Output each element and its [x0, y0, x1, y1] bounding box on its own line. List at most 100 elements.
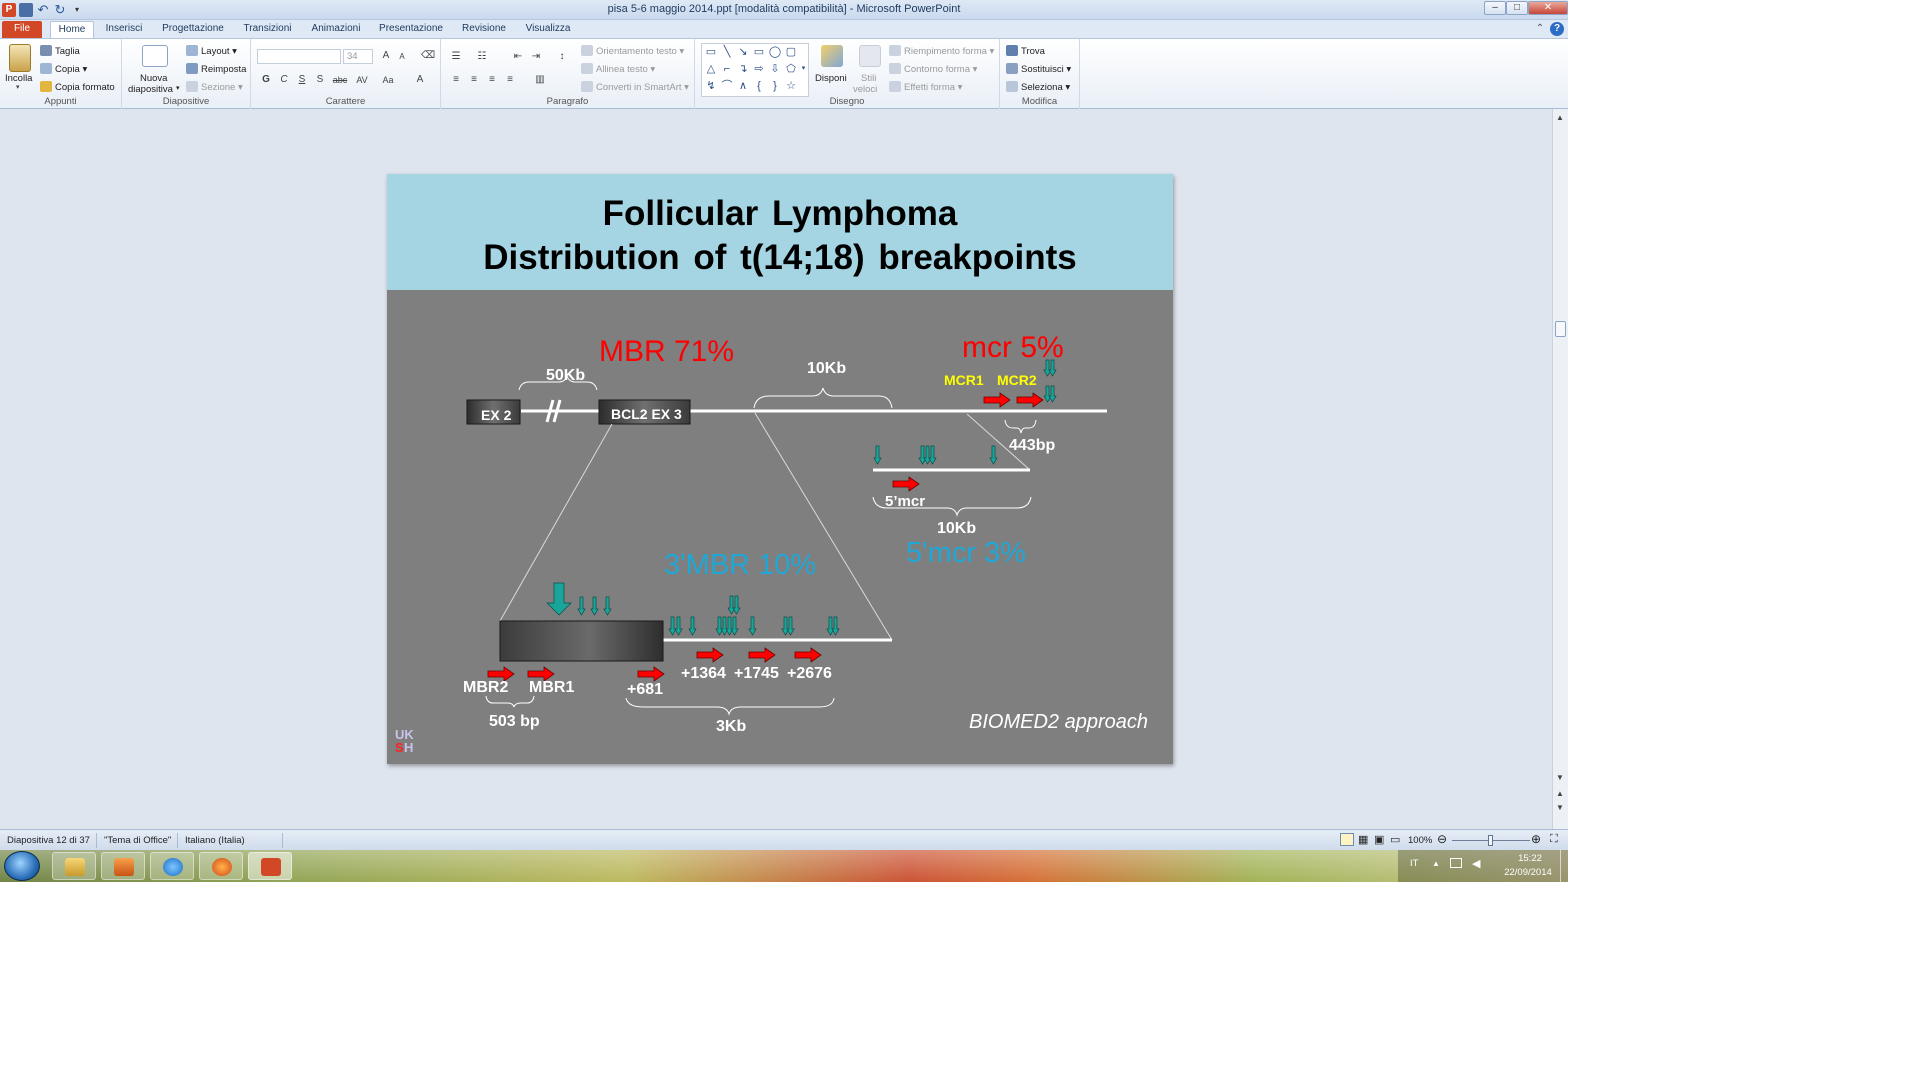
smartart-button[interactable]: Converti in SmartArt ▾ — [581, 81, 689, 93]
tab-transizioni[interactable]: Transizioni — [240, 21, 295, 38]
minimize-ribbon-icon[interactable]: ⌃ — [1534, 21, 1546, 38]
theme-name[interactable]: "Tema di Office" — [104, 835, 171, 846]
quick-styles-label-2[interactable]: veloci — [853, 84, 877, 95]
right-arrow-shape-icon[interactable]: ⇨ — [752, 62, 766, 76]
tab-file[interactable]: File — [2, 21, 42, 38]
arrange-button[interactable]: Disponi — [815, 73, 847, 84]
numbering-icon[interactable]: ☷ — [475, 51, 489, 63]
language-indicator[interactable]: Italiano (Italia) — [185, 835, 245, 846]
zoom-in-icon[interactable]: ⊕ — [1531, 832, 1541, 846]
decrease-indent-icon[interactable]: ⇤ — [511, 51, 525, 63]
quick-styles-icon[interactable] — [859, 45, 881, 67]
bullets-icon[interactable]: ☰ — [449, 51, 463, 63]
section-button[interactable]: Sezione ▾ — [186, 81, 243, 93]
cut-button[interactable]: Taglia — [40, 45, 80, 57]
new-slide-dropdown-icon[interactable]: ▾ — [176, 84, 180, 92]
scroll-up-icon[interactable]: ▲ — [1556, 113, 1564, 122]
shape-fill-button[interactable]: Riempimento forma ▾ — [889, 45, 994, 57]
reset-button[interactable]: Reimposta — [186, 63, 246, 75]
align-text-button[interactable]: Allinea testo ▾ — [581, 63, 655, 75]
layout-button[interactable]: Layout ▾ — [186, 45, 237, 57]
increase-indent-icon[interactable]: ⇥ — [529, 51, 543, 63]
rectangle-shape-icon[interactable]: ▭ — [752, 45, 766, 59]
shadow-button[interactable]: S — [313, 74, 327, 86]
char-spacing-button[interactable]: AV — [353, 74, 371, 86]
freeform-shape-icon[interactable]: ∧ — [736, 79, 750, 93]
zoom-level[interactable]: 100% — [1408, 835, 1432, 846]
tab-visualizza[interactable]: Visualizza — [522, 21, 574, 38]
right-brace-shape-icon[interactable]: } — [768, 79, 782, 93]
clear-format-icon[interactable]: ⌫ — [421, 50, 435, 62]
tab-animazioni[interactable]: Animazioni — [308, 21, 364, 38]
select-button[interactable]: Seleziona ▾ — [1006, 81, 1070, 93]
format-painter-button[interactable]: Copia formato — [40, 81, 115, 93]
elbow-connector-shape-icon[interactable]: ⌐ — [720, 62, 734, 76]
font-name-combo[interactable] — [257, 49, 341, 64]
previous-slide-icon[interactable]: ▲ — [1556, 789, 1564, 798]
new-slide-label-1[interactable]: Nuova — [140, 73, 167, 84]
left-brace-shape-icon[interactable]: { — [752, 79, 766, 93]
show-desktop-button[interactable] — [1560, 850, 1568, 882]
triangle-shape-icon[interactable]: △ — [704, 62, 718, 76]
underline-button[interactable]: S — [295, 74, 309, 86]
pentagon-shape-icon[interactable]: ⬠ — [784, 62, 798, 76]
tab-progettazione[interactable]: Progettazione — [158, 21, 228, 38]
taskbar-explorer[interactable] — [52, 852, 96, 880]
align-left-icon[interactable]: ≡ — [449, 74, 463, 86]
arrow-line-shape-icon[interactable]: ↘ — [736, 45, 750, 59]
vertical-scrollbar[interactable]: ▲ ▼ ▲ ▼ — [1552, 109, 1568, 829]
clock-time[interactable]: 15:22 — [1508, 853, 1552, 864]
slide-canvas[interactable]: Follicular Lymphoma Distribution of t(14… — [387, 174, 1173, 764]
paste-dropdown-icon[interactable]: ▾ — [16, 83, 20, 91]
columns-icon[interactable]: ▥ — [533, 74, 547, 86]
down-arrow-shape-icon[interactable]: ⇩ — [768, 62, 782, 76]
copy-button[interactable]: Copia ▾ — [40, 63, 87, 75]
rounded-rect-shape-icon[interactable]: ▢ — [784, 45, 798, 59]
italic-button[interactable]: C — [277, 74, 291, 86]
new-slide-icon[interactable] — [142, 45, 168, 67]
taskbar-internet-explorer[interactable] — [150, 852, 194, 880]
tab-inserisci[interactable]: Inserisci — [104, 21, 144, 38]
grow-font-icon[interactable]: A — [379, 50, 393, 62]
quick-styles-label-1[interactable]: Stili — [861, 73, 876, 84]
volume-icon[interactable]: ◀ — [1472, 857, 1480, 870]
close-button[interactable]: ✕ — [1528, 1, 1568, 15]
tab-revisione[interactable]: Revisione — [458, 21, 510, 38]
curve-arrow-shape-icon[interactable]: ↯ — [704, 79, 718, 93]
justify-icon[interactable]: ≡ — [503, 74, 517, 86]
scrollbar-thumb[interactable] — [1555, 321, 1566, 337]
help-icon[interactable]: ? — [1550, 22, 1564, 36]
align-center-icon[interactable]: ≡ — [467, 74, 481, 86]
replace-button[interactable]: Sostituisci ▾ — [1006, 63, 1071, 75]
change-case-button[interactable]: Aa — [379, 74, 397, 86]
taskbar-powerpoint[interactable] — [248, 852, 292, 880]
clock-date[interactable]: 22/09/2014 — [1498, 867, 1558, 878]
paste-icon[interactable] — [9, 44, 31, 72]
align-right-icon[interactable]: ≡ — [485, 74, 499, 86]
new-slide-label-2[interactable]: diapositiva — [128, 84, 173, 95]
start-button-icon[interactable] — [4, 851, 40, 881]
line-spacing-icon[interactable]: ↕ — [555, 51, 569, 63]
maximize-button[interactable]: □ — [1506, 1, 1528, 15]
star-shape-icon[interactable]: ☆ — [784, 79, 798, 93]
taskbar-media-player[interactable] — [101, 852, 145, 880]
fit-to-window-icon[interactable]: ⛶ — [1550, 833, 1558, 846]
oval-shape-icon[interactable]: ◯ — [768, 45, 782, 59]
font-color-button[interactable]: A — [413, 74, 427, 86]
textbox-shape-icon[interactable]: ▭ — [704, 45, 718, 59]
input-language[interactable]: IT — [1410, 858, 1418, 869]
find-button[interactable]: Trova — [1006, 45, 1045, 57]
next-slide-icon[interactable]: ▼ — [1556, 803, 1564, 812]
strikethrough-button[interactable]: abc — [331, 74, 349, 86]
tab-home[interactable]: Home — [50, 21, 94, 38]
reading-view-icon[interactable]: ▣ — [1374, 833, 1384, 846]
shapes-more-icon[interactable]: ▾ — [799, 62, 808, 76]
bold-button[interactable]: G — [259, 74, 273, 86]
zoom-slider-thumb[interactable] — [1488, 835, 1493, 846]
font-size-combo[interactable]: 34 — [343, 49, 373, 64]
slideshow-icon[interactable]: ▭ — [1390, 833, 1400, 846]
network-icon[interactable] — [1450, 858, 1462, 868]
shape-effects-button[interactable]: Effetti forma ▾ — [889, 81, 962, 93]
tab-presentazione[interactable]: Presentazione — [376, 21, 446, 38]
show-hidden-icons-icon[interactable]: ▲ — [1432, 859, 1440, 868]
